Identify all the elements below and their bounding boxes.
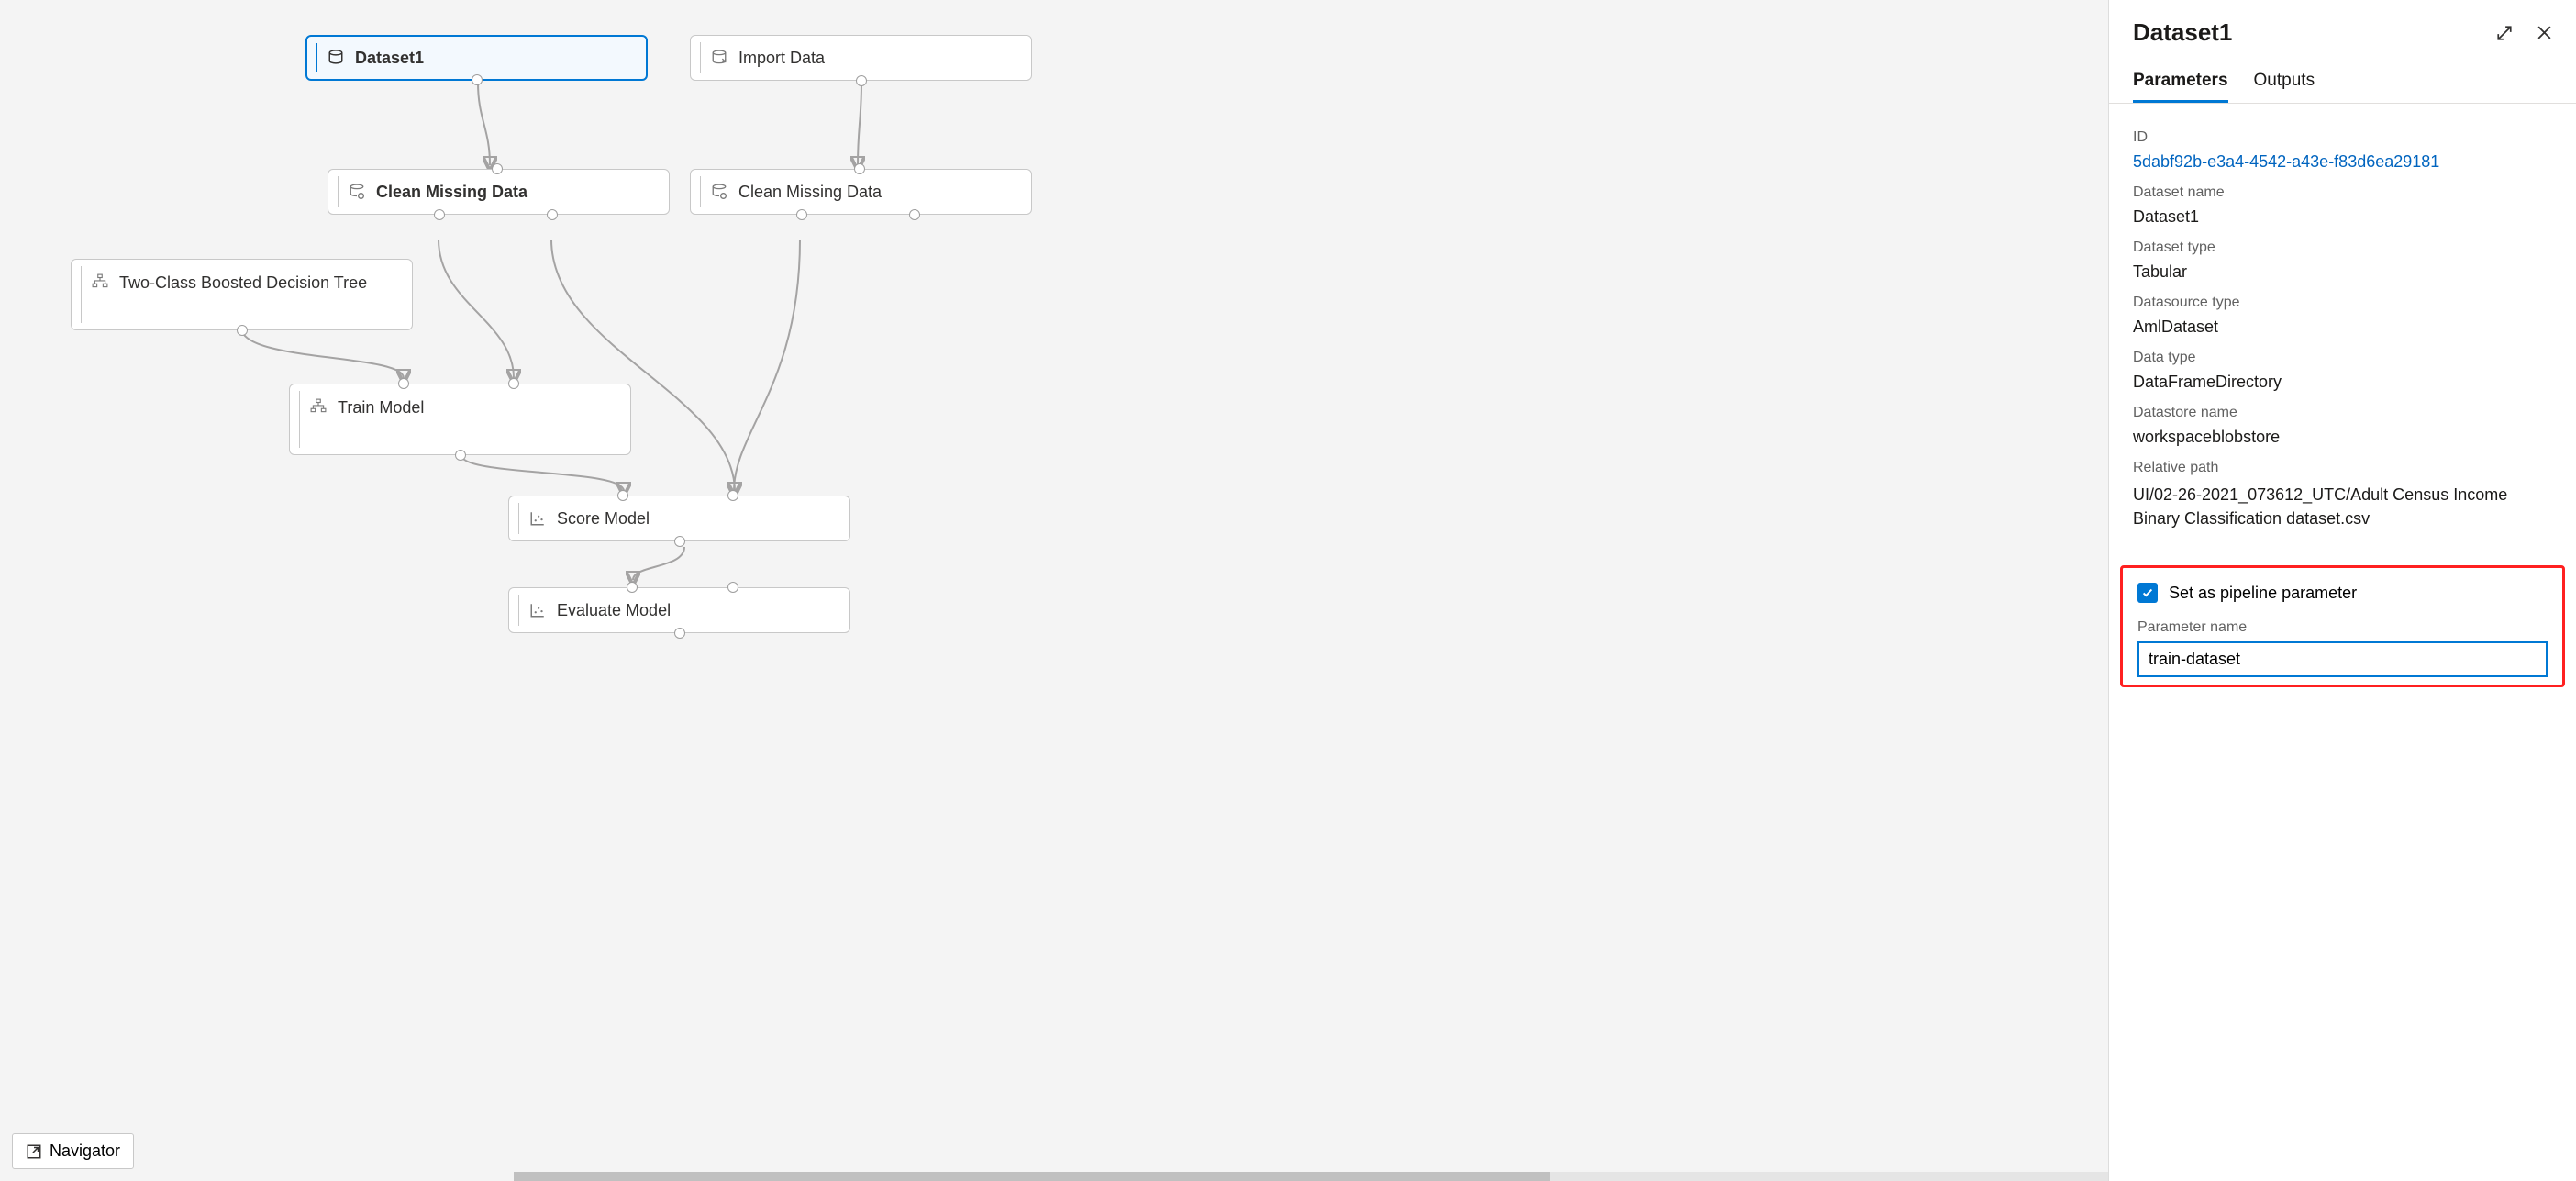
output-port[interactable] xyxy=(472,74,483,85)
scatter-icon xyxy=(529,510,546,527)
value-id[interactable]: 5dabf92b-e3a4-4542-a43e-f83d6ea29181 xyxy=(2133,152,2552,172)
navigator-label: Navigator xyxy=(50,1142,120,1161)
node-dataset1[interactable]: Dataset1 xyxy=(305,35,648,81)
input-port[interactable] xyxy=(508,378,519,389)
tab-parameters[interactable]: Parameters xyxy=(2133,71,2228,103)
output-port[interactable] xyxy=(856,75,867,86)
output-port[interactable] xyxy=(237,325,248,336)
import-icon xyxy=(711,50,727,66)
input-port[interactable] xyxy=(627,582,638,593)
tree-icon xyxy=(92,273,108,290)
output-port[interactable] xyxy=(547,209,558,220)
node-score-model[interactable]: Score Model xyxy=(508,496,850,541)
value-relative-path: UI/02-26-2021_073612_UTC/Adult Census In… xyxy=(2133,483,2552,530)
label-dataset-name: Dataset name xyxy=(2133,184,2552,201)
value-datasource-type: AmlDataset xyxy=(2133,318,2552,337)
output-port[interactable] xyxy=(455,450,466,461)
close-icon[interactable] xyxy=(2537,25,2552,40)
node-label: Two-Class Boosted Decision Tree xyxy=(119,273,367,293)
input-port[interactable] xyxy=(617,490,628,501)
panel-title: Dataset1 xyxy=(2133,18,2232,47)
label-relative-path: Relative path xyxy=(2133,460,2552,476)
database-icon xyxy=(328,50,344,66)
value-dataset-name: Dataset1 xyxy=(2133,207,2552,227)
value-datastore-name: workspaceblobstore xyxy=(2133,428,2552,447)
navigator-button[interactable]: Navigator xyxy=(12,1133,134,1169)
label-datastore-name: Datastore name xyxy=(2133,405,2552,421)
parameter-name-input[interactable] xyxy=(2137,641,2548,677)
label-id: ID xyxy=(2133,129,2552,146)
check-icon xyxy=(2141,586,2154,599)
properties-panel: Dataset1 Parameters Outputs ID 5dabf92b-… xyxy=(2108,0,2576,1181)
gear-db-icon xyxy=(711,184,727,200)
value-dataset-type: Tabular xyxy=(2133,262,2552,282)
node-boosted-tree[interactable]: Two-Class Boosted Decision Tree xyxy=(71,259,413,330)
node-label: Clean Missing Data xyxy=(376,183,527,202)
output-port[interactable] xyxy=(674,536,685,547)
input-port[interactable] xyxy=(727,582,738,593)
node-evaluate-model[interactable]: Evaluate Model xyxy=(508,587,850,633)
output-port[interactable] xyxy=(434,209,445,220)
label-datasource-type: Datasource type xyxy=(2133,295,2552,311)
label-data-type: Data type xyxy=(2133,350,2552,366)
scroll-thumb[interactable] xyxy=(514,1172,1550,1181)
value-data-type: DataFrameDirectory xyxy=(2133,373,2552,392)
node-import-data[interactable]: Import Data xyxy=(690,35,1032,81)
output-port[interactable] xyxy=(674,628,685,639)
pipeline-parameter-highlight: Set as pipeline parameter Parameter name xyxy=(2120,565,2565,687)
node-label: Score Model xyxy=(557,509,650,529)
connectors-layer xyxy=(0,0,2108,1181)
output-port[interactable] xyxy=(909,209,920,220)
node-label: Train Model xyxy=(338,398,424,418)
scatter-icon xyxy=(529,602,546,618)
set-pipeline-param-label: Set as pipeline parameter xyxy=(2169,584,2357,603)
node-label: Evaluate Model xyxy=(557,601,671,620)
horizontal-scrollbar[interactable] xyxy=(514,1172,2108,1181)
node-clean-missing-b[interactable]: Clean Missing Data xyxy=(690,169,1032,215)
panel-tabs: Parameters Outputs xyxy=(2109,52,2576,104)
node-label: Clean Missing Data xyxy=(738,183,882,202)
popout-icon xyxy=(26,1143,42,1160)
set-pipeline-param-checkbox[interactable] xyxy=(2137,583,2158,603)
tab-outputs[interactable]: Outputs xyxy=(2254,71,2315,103)
tree-icon xyxy=(310,398,327,415)
node-clean-missing-a[interactable]: Clean Missing Data xyxy=(328,169,670,215)
node-train-model[interactable]: Train Model xyxy=(289,384,631,455)
node-label: Import Data xyxy=(738,49,825,68)
label-dataset-type: Dataset type xyxy=(2133,240,2552,256)
expand-icon[interactable] xyxy=(2496,25,2513,41)
node-label: Dataset1 xyxy=(355,49,424,68)
input-port[interactable] xyxy=(398,378,409,389)
input-port[interactable] xyxy=(492,163,503,174)
pipeline-canvas[interactable]: Dataset1 Import Data Clean Missing Data … xyxy=(0,0,2108,1181)
label-parameter-name: Parameter name xyxy=(2137,619,2548,636)
input-port[interactable] xyxy=(854,163,865,174)
gear-db-icon xyxy=(349,184,365,200)
output-port[interactable] xyxy=(796,209,807,220)
input-port[interactable] xyxy=(727,490,738,501)
